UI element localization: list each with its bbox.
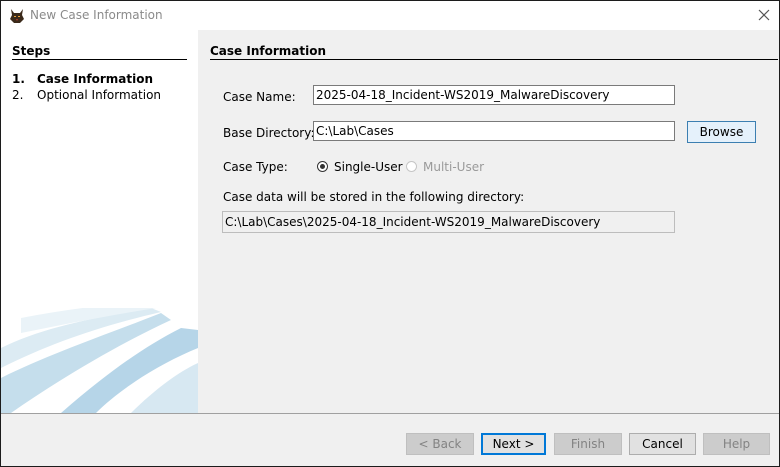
finish-button[interactable]: Finish	[554, 433, 622, 455]
case-name-label: Case Name:	[223, 90, 296, 104]
window-title: New Case Information	[30, 8, 163, 22]
next-button[interactable]: Next >	[481, 433, 546, 455]
wizard-footer: < Back Next > Finish Cancel Help	[1, 413, 779, 466]
radio-unselected-indicator	[406, 161, 417, 172]
back-button[interactable]: < Back	[406, 433, 474, 455]
autopsy-dog-icon	[10, 9, 24, 23]
radio-selected-indicator	[317, 161, 328, 172]
step-case-information: 1. Case Information	[12, 72, 153, 86]
cancel-button[interactable]: Cancel	[629, 433, 696, 455]
panel-divider	[210, 59, 778, 60]
storage-directory-field: C:\Lab\Cases\2025-04-18_Incident-WS2019_…	[222, 211, 675, 233]
single-user-radio[interactable]: Single-User	[317, 160, 403, 174]
case-type-label: Case Type:	[223, 160, 288, 174]
steps-heading: Steps	[12, 44, 51, 58]
storage-directory-label: Case data will be stored in the followin…	[223, 190, 525, 204]
step-optional-information: 2. Optional Information	[12, 88, 161, 102]
case-name-input[interactable]: 2025-04-18_Incident-WS2019_MalwareDiscov…	[313, 85, 675, 105]
new-case-dialog: New Case Information Steps 1. Case Inform…	[0, 0, 780, 467]
watermark-swoosh-image	[1, 308, 198, 413]
multi-user-label: Multi-User	[423, 160, 485, 174]
step-label: Case Information	[37, 72, 153, 86]
step-number: 2.	[12, 88, 24, 102]
step-label: Optional Information	[37, 88, 162, 102]
step-number: 1.	[12, 72, 25, 86]
close-icon[interactable]	[753, 5, 775, 25]
steps-panel: Steps 1. Case Information 2. Optional Info…	[1, 30, 198, 413]
single-user-label: Single-User	[334, 160, 403, 174]
panel-heading: Case Information	[210, 44, 326, 58]
help-button[interactable]: Help	[703, 433, 770, 455]
title-bar: New Case Information	[1, 1, 779, 30]
browse-button[interactable]: Browse	[687, 121, 756, 143]
steps-divider	[12, 59, 187, 60]
case-information-panel: Case Information Case Name: 2025-04-18_I…	[198, 30, 779, 413]
base-directory-label: Base Directory:	[223, 126, 315, 140]
base-directory-input[interactable]: C:\Lab\Cases	[313, 121, 675, 141]
multi-user-radio[interactable]: Multi-User	[406, 160, 486, 174]
